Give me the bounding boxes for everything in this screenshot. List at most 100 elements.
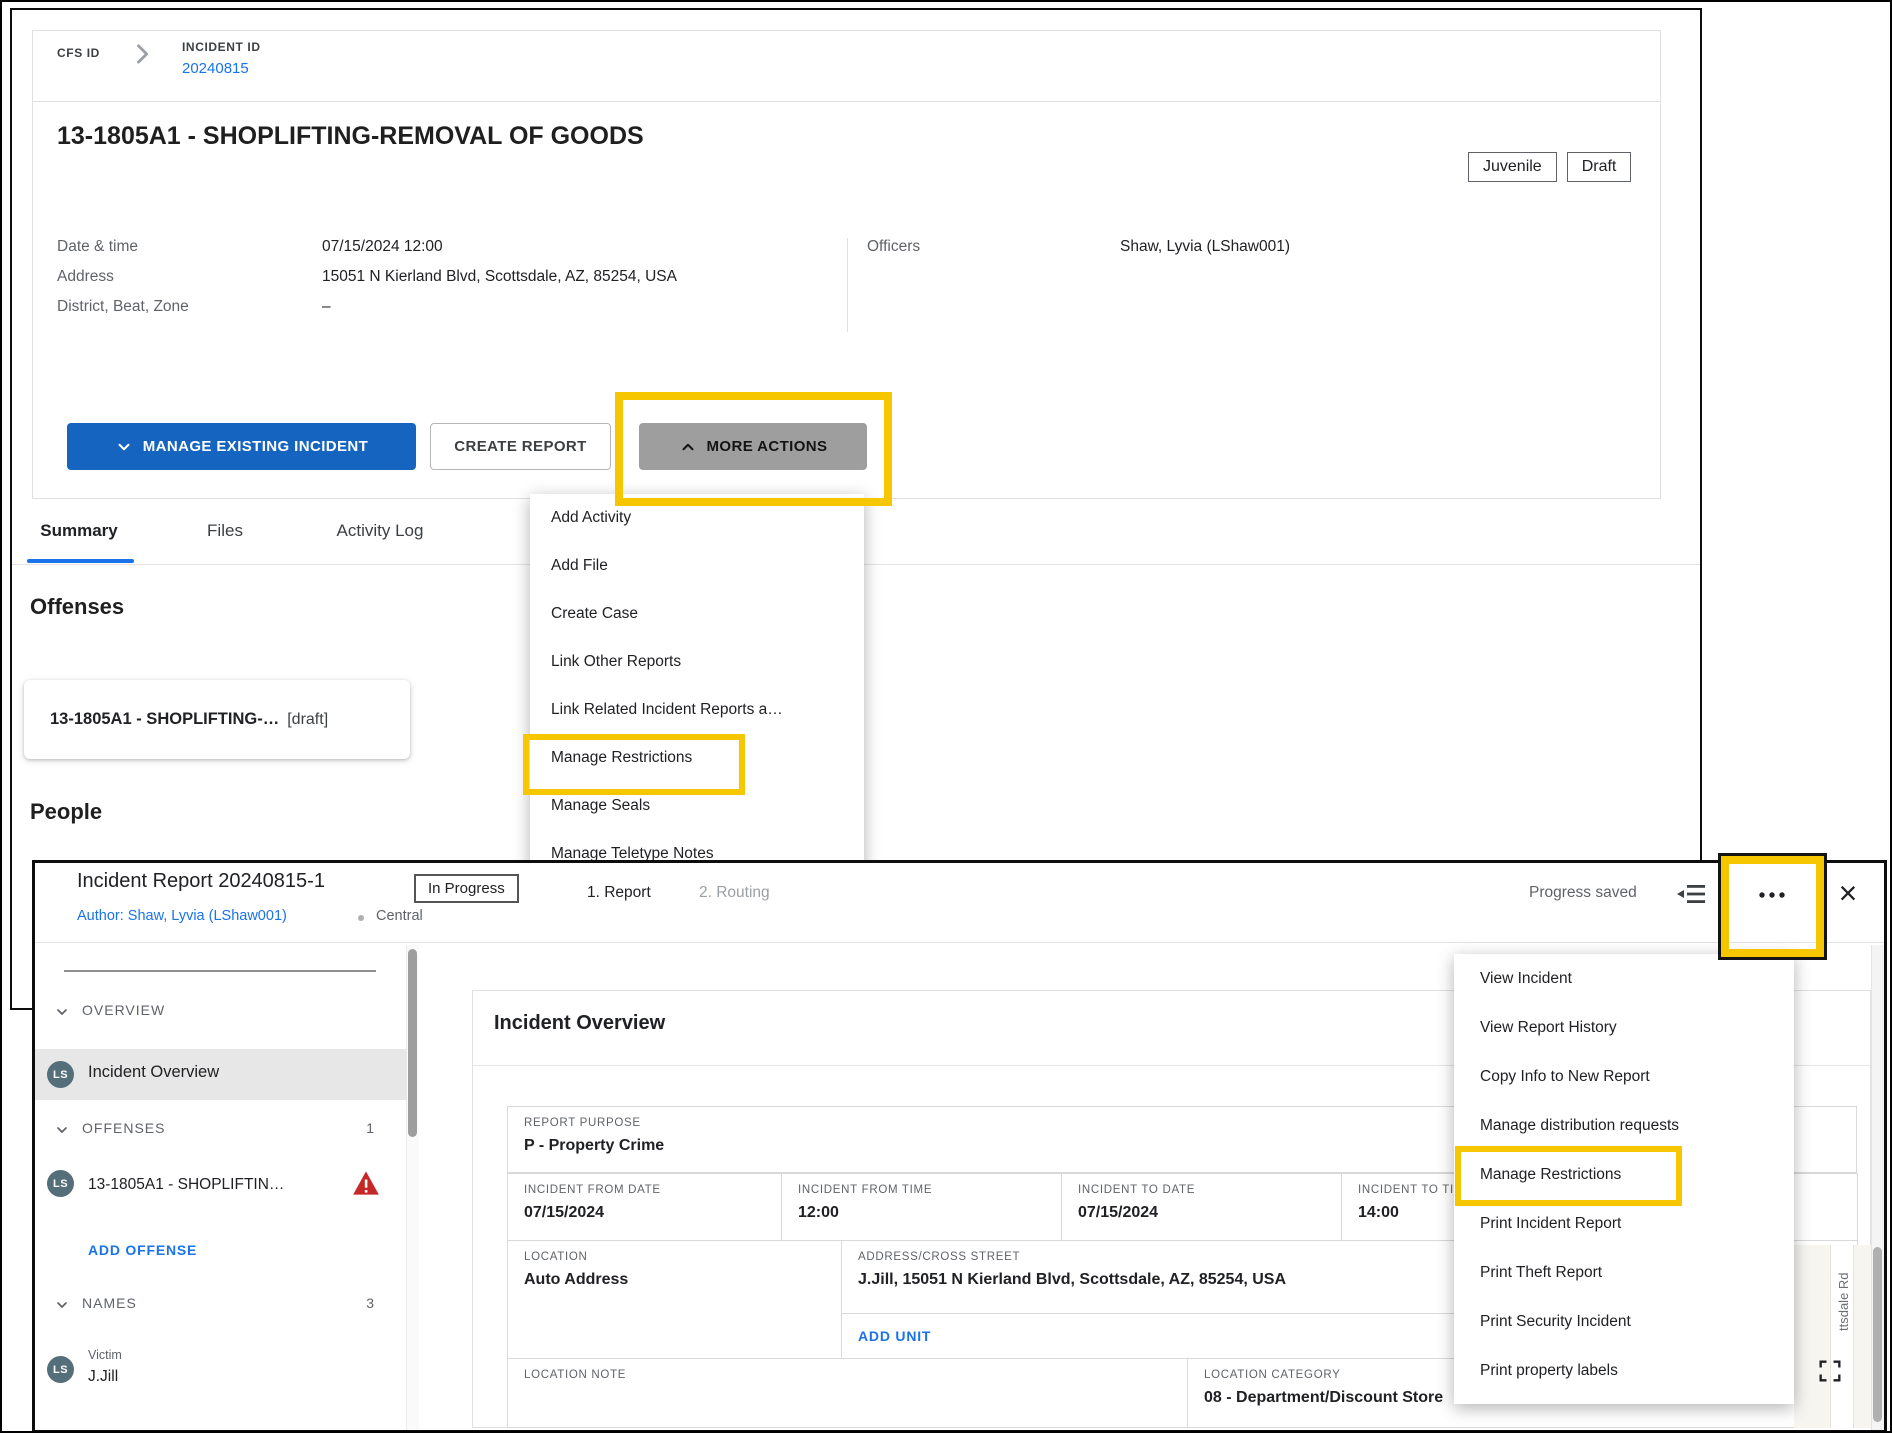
incident-to-date-field[interactable]: INCIDENT TO DATE 07/15/2024 <box>1061 1173 1342 1241</box>
incident-to-date-label: INCIDENT TO DATE <box>1078 1184 1195 1196</box>
menu-item-copy-info-to-new-report[interactable]: Copy Info to New Report <box>1454 1052 1794 1101</box>
breadcrumb-cfs-label: CFS ID <box>57 46 100 60</box>
names-count: 3 <box>338 1295 374 1311</box>
report-purpose-label: REPORT PURPOSE <box>524 1117 641 1129</box>
incident-to-time-value: 14:00 <box>1358 1204 1399 1222</box>
date-time-label: Date & time <box>57 238 138 256</box>
highlight-manage-restrictions-report <box>1455 1146 1682 1206</box>
incident-from-time-value: 12:00 <box>798 1204 839 1222</box>
chevron-down-icon[interactable] <box>54 1004 70 1020</box>
location-value: Auto Address <box>524 1271 628 1289</box>
sidebar-item-incident-overview-label: Incident Overview <box>88 1063 219 1082</box>
step-report[interactable]: 1. Report <box>587 884 651 902</box>
content-scrollbar-thumb[interactable] <box>1873 1247 1882 1422</box>
sidebar-item-offense[interactable]: 13-1805A1 - SHOPLIFTIN… <box>88 1176 284 1194</box>
sidebar-item-victim[interactable]: J.Jill <box>88 1368 118 1386</box>
incident-to-date-value: 07/15/2024 <box>1078 1204 1158 1222</box>
region-label: Central <box>376 908 423 924</box>
create-report-button[interactable]: CREATE REPORT <box>430 423 611 470</box>
menu-item-print-property-labels[interactable]: Print property labels <box>1454 1346 1794 1395</box>
menu-item-link-other-reports[interactable]: Link Other Reports <box>530 638 864 686</box>
more-actions-menu: Add Activity Add File Create Case Link O… <box>530 494 864 872</box>
incident-from-date-label: INCIDENT FROM DATE <box>524 1184 661 1196</box>
incident-title: 13-1805A1 - SHOPLIFTING-REMOVAL OF GOODS <box>57 122 644 151</box>
location-category-label: LOCATION CATEGORY <box>1204 1369 1341 1381</box>
menu-item-view-report-history[interactable]: View Report History <box>1454 1003 1794 1052</box>
menu-item-view-incident[interactable]: View Incident <box>1454 954 1794 1003</box>
close-icon[interactable]: × <box>1826 872 1870 916</box>
location-note-label: LOCATION NOTE <box>524 1369 626 1381</box>
in-progress-badge: In Progress <box>414 874 519 903</box>
location-label: LOCATION <box>524 1251 588 1263</box>
location-field[interactable]: LOCATION Auto Address <box>507 1240 842 1359</box>
tab-files[interactable]: Files <box>187 521 263 541</box>
incident-from-time-label: INCIDENT FROM TIME <box>798 1184 932 1196</box>
highlight-more-actions <box>615 392 892 506</box>
sidebar-section-overview[interactable]: OVERVIEW <box>82 1002 165 1018</box>
sidebar-section-offenses[interactable]: OFFENSES <box>82 1120 165 1136</box>
badge-row: Juvenile Draft <box>1468 152 1631 182</box>
screenshot-canvas: CFS ID INCIDENT ID 20240815 13-1805A1 - … <box>0 0 1892 1433</box>
address-cross-street-value: J.Jill, 15051 N Kierland Blvd, Scottsdal… <box>858 1271 1286 1289</box>
tab-summary-label: Summary <box>40 521 117 540</box>
location-note-field[interactable]: LOCATION NOTE <box>507 1358 1188 1428</box>
district-label: District, Beat, Zone <box>57 298 189 316</box>
officers-label: Officers <box>867 238 920 256</box>
tab-summary[interactable]: Summary <box>24 521 134 541</box>
chevron-down-icon[interactable] <box>54 1297 70 1313</box>
breadcrumb-incident-label: INCIDENT ID <box>182 40 261 54</box>
incident-overview-heading: Incident Overview <box>494 1012 665 1035</box>
menu-item-print-theft-report[interactable]: Print Theft Report <box>1454 1248 1794 1297</box>
offense-card-title: 13-1805A1 - SHOPLIFTING-… <box>50 710 279 729</box>
offense-card[interactable]: 13-1805A1 - SHOPLIFTING-… [draft] <box>24 680 410 759</box>
chevron-down-icon[interactable] <box>54 1122 70 1138</box>
menu-item-print-incident-report[interactable]: Print Incident Report <box>1454 1199 1794 1248</box>
tab-summary-underline <box>27 559 134 563</box>
tab-files-label: Files <box>207 521 243 540</box>
manage-existing-incident-label: MANAGE EXISTING INCIDENT <box>143 438 368 455</box>
date-time-value: 07/15/2024 12:00 <box>322 238 443 256</box>
incident-from-date-value: 07/15/2024 <box>524 1204 604 1222</box>
incident-id-link[interactable]: 20240815 <box>182 60 249 77</box>
sidebar-top-divider <box>64 970 376 972</box>
chevron-right-icon <box>128 40 156 68</box>
address-value: 15051 N Kierland Blvd, Scottsdale, AZ, 8… <box>322 268 677 286</box>
menu-toggle-icon[interactable] <box>1676 882 1706 906</box>
menu-item-manage-distribution-requests[interactable]: Manage distribution requests <box>1454 1101 1794 1150</box>
expand-icon[interactable] <box>1816 1357 1844 1385</box>
offenses-heading: Offenses <box>30 594 124 620</box>
sidebar-scrollbar-thumb[interactable] <box>408 949 417 1137</box>
victim-role-label: Victim <box>88 1348 122 1362</box>
officers-value: Shaw, Lyvia (LShaw001) <box>1120 238 1290 256</box>
dot-separator <box>358 915 364 921</box>
offenses-count: 1 <box>338 1120 374 1136</box>
sidebar-section-names[interactable]: NAMES <box>82 1295 137 1311</box>
manage-existing-incident-button[interactable]: MANAGE EXISTING INCIDENT <box>67 423 416 470</box>
map-fragment: ttsdale Rd <box>1794 1245 1872 1428</box>
breadcrumb-divider <box>33 101 1660 102</box>
highlight-more-options <box>1721 856 1824 957</box>
author-link[interactable]: Author: Shaw, Lyvia (LShaw001) <box>77 908 287 924</box>
detail-column-divider <box>847 238 848 332</box>
progress-saved-label: Progress saved <box>1529 884 1637 902</box>
location-category-value: 08 - Department/Discount Store <box>1204 1389 1443 1407</box>
offense-card-draft-tag: [draft] <box>287 711 328 729</box>
address-cross-street-label: ADDRESS/CROSS STREET <box>858 1251 1020 1263</box>
warning-icon <box>352 1170 380 1196</box>
draft-badge: Draft <box>1567 152 1632 182</box>
map-street-label: ttsdale Rd <box>1836 1272 1851 1331</box>
tab-activity-log[interactable]: Activity Log <box>314 521 446 541</box>
report-purpose-value: P - Property Crime <box>524 1137 664 1155</box>
tab-activity-log-label: Activity Log <box>337 521 424 540</box>
incident-from-time-field[interactable]: INCIDENT FROM TIME 12:00 <box>781 1173 1062 1241</box>
avatar: LS <box>47 1061 74 1088</box>
add-unit-link[interactable]: ADD UNIT <box>858 1328 931 1344</box>
menu-item-print-security-incident[interactable]: Print Security Incident <box>1454 1297 1794 1346</box>
district-value: – <box>322 298 331 316</box>
menu-item-create-case[interactable]: Create Case <box>530 590 864 638</box>
incident-from-date-field[interactable]: INCIDENT FROM DATE 07/15/2024 <box>507 1173 782 1241</box>
report-title: Incident Report 20240815-1 <box>77 870 325 893</box>
menu-item-add-file[interactable]: Add File <box>530 542 864 590</box>
add-offense-link[interactable]: ADD OFFENSE <box>88 1242 197 1258</box>
menu-item-link-related-incident-reports[interactable]: Link Related Incident Reports a… <box>530 686 864 734</box>
